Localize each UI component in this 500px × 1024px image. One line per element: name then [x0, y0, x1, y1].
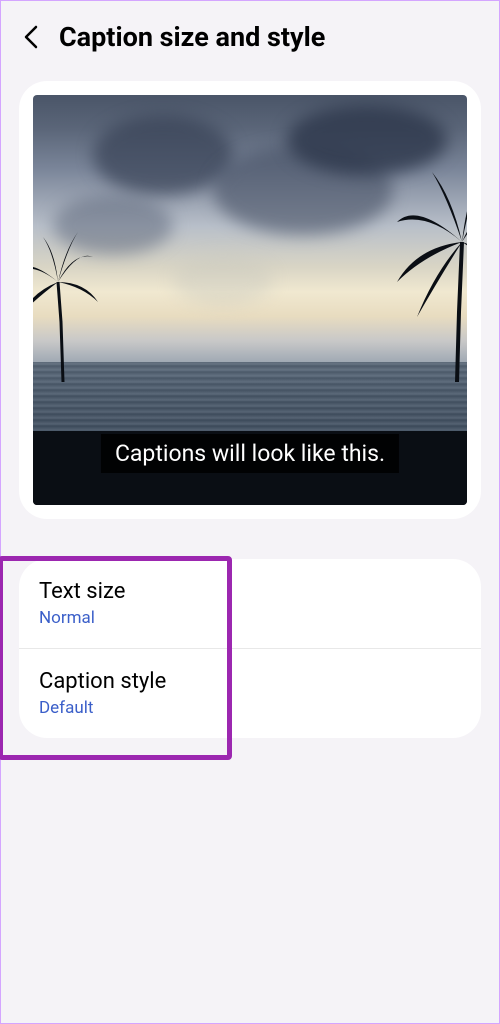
setting-value: Default [39, 698, 461, 718]
setting-label: Text size [39, 579, 461, 604]
page-title: Caption size and style [59, 21, 325, 53]
caption-preview-text: Captions will look like this. [101, 434, 399, 473]
back-icon[interactable] [19, 25, 43, 49]
caption-preview-card: Captions will look like this. [19, 81, 481, 519]
settings-list: Text size Normal Caption style Default [19, 559, 481, 738]
preview-image: Captions will look like this. [33, 95, 467, 505]
header: Caption size and style [1, 1, 499, 73]
setting-text-size[interactable]: Text size Normal [19, 559, 481, 649]
setting-value: Normal [39, 608, 461, 628]
setting-caption-style[interactable]: Caption style Default [19, 649, 481, 738]
setting-label: Caption style [39, 669, 461, 694]
